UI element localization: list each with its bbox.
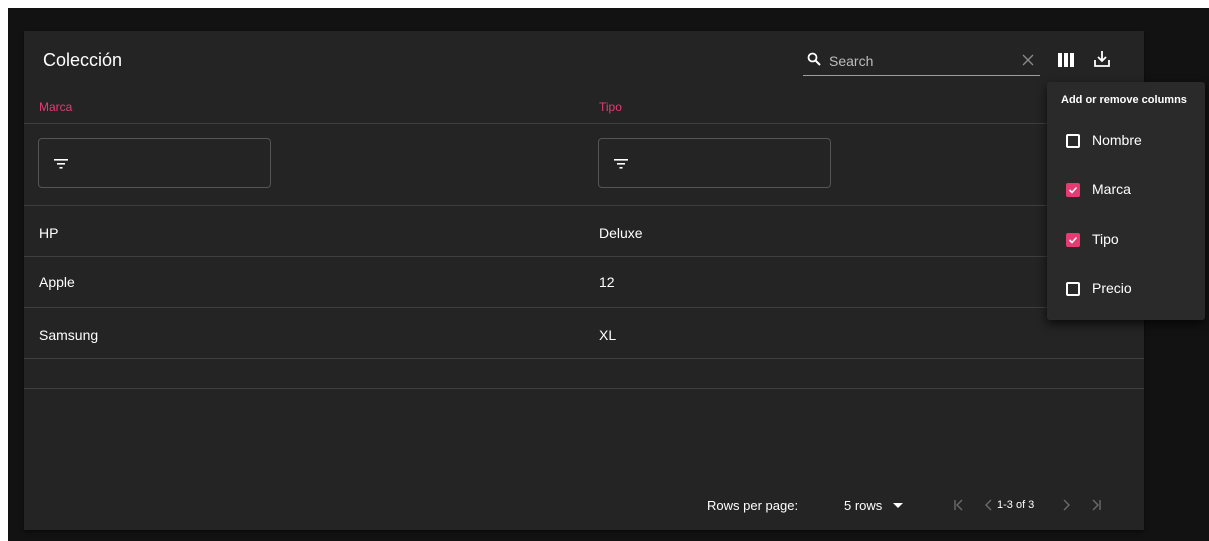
data-table-panel: Colección Marca Tipo (24, 31, 1144, 530)
checkbox-icon[interactable] (1066, 282, 1080, 296)
column-header-tipo[interactable]: Tipo (599, 100, 622, 114)
checkbox-icon[interactable] (1066, 183, 1080, 197)
filter-field-marca[interactable] (38, 138, 271, 188)
rows-per-page-select[interactable]: 5 rows (844, 498, 882, 513)
last-page-icon[interactable] (1090, 499, 1102, 511)
checkbox-icon[interactable] (1066, 233, 1080, 247)
chevron-right-icon[interactable] (1060, 499, 1072, 511)
clear-icon[interactable] (1022, 54, 1034, 66)
arrow-drop-down-icon[interactable] (893, 503, 903, 509)
header-divider (24, 123, 1144, 124)
first-page-icon[interactable] (953, 499, 965, 511)
menu-item-tipo[interactable]: Tipo (1066, 229, 1196, 253)
row-divider (24, 358, 1144, 359)
menu-item-label: Precio (1092, 280, 1132, 296)
search-input[interactable] (827, 49, 1011, 73)
row-divider (24, 307, 1144, 308)
cell-marca: Apple (39, 274, 75, 290)
row-divider (24, 388, 1144, 389)
cell-tipo: XL (599, 327, 617, 343)
menu-item-label: Nombre (1092, 132, 1142, 148)
cell-marca: Samsung (39, 327, 99, 343)
menu-item-label: Tipo (1092, 231, 1119, 247)
search-field[interactable] (803, 45, 1040, 76)
menu-item-precio[interactable]: Precio (1066, 278, 1196, 302)
row-divider (24, 205, 1144, 206)
search-icon (807, 52, 821, 66)
row-divider (24, 256, 1144, 257)
pagination-range: 1-3 of 3 (997, 499, 1035, 511)
cell-tipo: Deluxe (599, 225, 643, 241)
menu-item-label: Marca (1092, 181, 1131, 197)
view-column-icon[interactable] (1058, 53, 1074, 67)
menu-item-nombre[interactable]: Nombre (1066, 130, 1196, 154)
filter-field-tipo[interactable] (598, 138, 831, 188)
column-visibility-menu: Add or remove columns Nombre Marca Tipo … (1047, 82, 1205, 320)
menu-item-marca[interactable]: Marca (1066, 179, 1196, 203)
checkbox-icon[interactable] (1066, 134, 1080, 148)
table-title: Colección (43, 50, 123, 70)
cell-tipo: 12 (599, 274, 615, 290)
chevron-left-icon[interactable] (983, 499, 995, 511)
menu-title: Add or remove columns (1061, 94, 1187, 106)
cell-marca: HP (39, 225, 59, 241)
filter-icon (614, 159, 628, 169)
column-header-marca[interactable]: Marca (39, 100, 72, 114)
download-icon[interactable] (1092, 49, 1112, 69)
rows-per-page-label: Rows per page: (707, 498, 799, 513)
filter-icon (54, 159, 68, 169)
